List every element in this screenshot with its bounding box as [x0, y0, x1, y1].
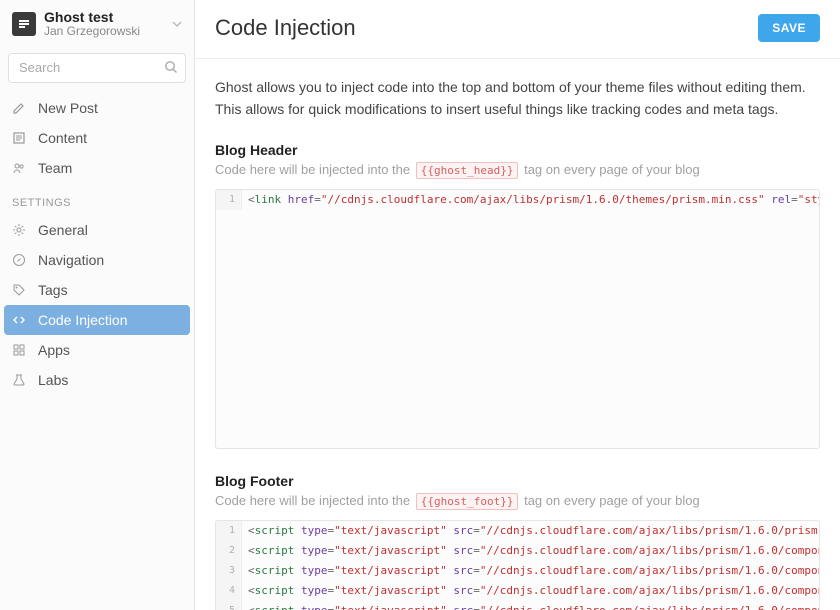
header-help-prefix: Code here will be injected into the	[215, 162, 414, 177]
sidebar-item-label: Navigation	[38, 252, 104, 268]
search-icon	[164, 60, 178, 74]
sidebar-item-labs[interactable]: Labs	[0, 365, 194, 395]
line-number: 1	[216, 521, 242, 541]
sidebar-item-code-injection[interactable]: Code Injection	[4, 305, 190, 335]
code-line[interactable]: <link href="//cdnjs.cloudflare.com/ajax/…	[242, 190, 819, 210]
footer-section-label: Blog Footer	[215, 473, 820, 489]
sidebar-item-navigation[interactable]: Navigation	[0, 245, 194, 275]
sidebar-item-label: Apps	[38, 342, 70, 358]
line-number: 2	[216, 541, 242, 561]
site-user: Jan Grzegorowski	[44, 25, 140, 38]
sidebar-item-content[interactable]: Content	[0, 123, 194, 153]
code-row: 1<link href="//cdnjs.cloudflare.com/ajax…	[216, 190, 819, 210]
search-box	[8, 53, 186, 83]
search-input[interactable]	[8, 53, 186, 83]
nav-main: New Post Content Team	[0, 93, 194, 183]
site-switcher[interactable]: Ghost test Jan Grzegorowski	[0, 0, 194, 47]
sidebar-item-general[interactable]: General	[0, 215, 194, 245]
footer-section-help: Code here will be injected into the {{gh…	[215, 493, 820, 510]
code-row: 5<script type="text/javascript" src="//c…	[216, 601, 819, 610]
code-row: 4<script type="text/javascript" src="//c…	[216, 581, 819, 601]
code-icon	[12, 313, 30, 327]
gear-icon	[12, 223, 30, 237]
header-code-editor[interactable]: 1<link href="//cdnjs.cloudflare.com/ajax…	[215, 189, 820, 449]
sidebar-item-new-post[interactable]: New Post	[0, 93, 194, 123]
code-line[interactable]: <script type="text/javascript" src="//cd…	[242, 561, 819, 581]
sidebar-item-label: Content	[38, 130, 87, 146]
header-section-help: Code here will be injected into the {{gh…	[215, 162, 820, 179]
team-icon	[12, 161, 30, 175]
pencil-icon	[12, 101, 30, 115]
tag-icon	[12, 283, 30, 297]
content-area: Ghost allows you to inject code into the…	[195, 59, 840, 610]
content-icon	[12, 131, 30, 145]
sidebar-item-team[interactable]: Team	[0, 153, 194, 183]
code-line[interactable]: <script type="text/javascript" src="//cd…	[242, 581, 819, 601]
chevron-down-icon	[172, 19, 182, 29]
nav-settings-header: SETTINGS	[0, 183, 194, 215]
app-root: Ghost test Jan Grzegorowski New Post Cont…	[0, 0, 840, 610]
apps-icon	[12, 343, 30, 357]
sidebar-item-label: Tags	[38, 282, 68, 298]
compass-icon	[12, 253, 30, 267]
site-name: Ghost test	[44, 10, 140, 25]
footer-help-prefix: Code here will be injected into the	[215, 493, 414, 508]
intro-text: Ghost allows you to inject code into the…	[215, 77, 820, 120]
line-number: 1	[216, 190, 242, 210]
header-section-label: Blog Header	[215, 142, 820, 158]
sidebar-item-label: Code Injection	[38, 312, 128, 328]
sidebar-item-label: Team	[38, 160, 72, 176]
code-row: 2<script type="text/javascript" src="//c…	[216, 541, 819, 561]
line-number: 3	[216, 561, 242, 581]
line-number: 4	[216, 581, 242, 601]
line-number: 5	[216, 601, 242, 610]
code-row: 3<script type="text/javascript" src="//c…	[216, 561, 819, 581]
sidebar-item-label: General	[38, 222, 88, 238]
sidebar-item-apps[interactable]: Apps	[0, 335, 194, 365]
labs-icon	[12, 373, 30, 387]
header-help-suffix: tag on every page of your blog	[524, 162, 700, 177]
sidebar-item-tags[interactable]: Tags	[0, 275, 194, 305]
code-row: 1<script type="text/javascript" src="//c…	[216, 521, 819, 541]
footer-help-suffix: tag on every page of your blog	[524, 493, 700, 508]
code-line[interactable]: <script type="text/javascript" src="//cd…	[242, 541, 819, 561]
site-logo	[12, 12, 36, 36]
sidebar: Ghost test Jan Grzegorowski New Post Cont…	[0, 0, 195, 610]
code-line[interactable]: <script type="text/javascript" src="//cd…	[242, 601, 819, 610]
page-title: Code Injection	[215, 15, 356, 41]
ghost-head-tag: {{ghost_head}}	[416, 162, 519, 179]
topbar: Code Injection SAVE	[195, 0, 840, 59]
nav-settings: General Navigation Tags Code Injection Apps L…	[0, 215, 194, 395]
save-button[interactable]: SAVE	[758, 14, 820, 42]
sidebar-item-label: Labs	[38, 372, 68, 388]
footer-code-editor[interactable]: 1<script type="text/javascript" src="//c…	[215, 520, 820, 610]
code-line[interactable]: <script type="text/javascript" src="//cd…	[242, 521, 819, 541]
main: Code Injection SAVE Ghost allows you to …	[195, 0, 840, 610]
sidebar-item-label: New Post	[38, 100, 98, 116]
ghost-foot-tag: {{ghost_foot}}	[416, 493, 519, 510]
